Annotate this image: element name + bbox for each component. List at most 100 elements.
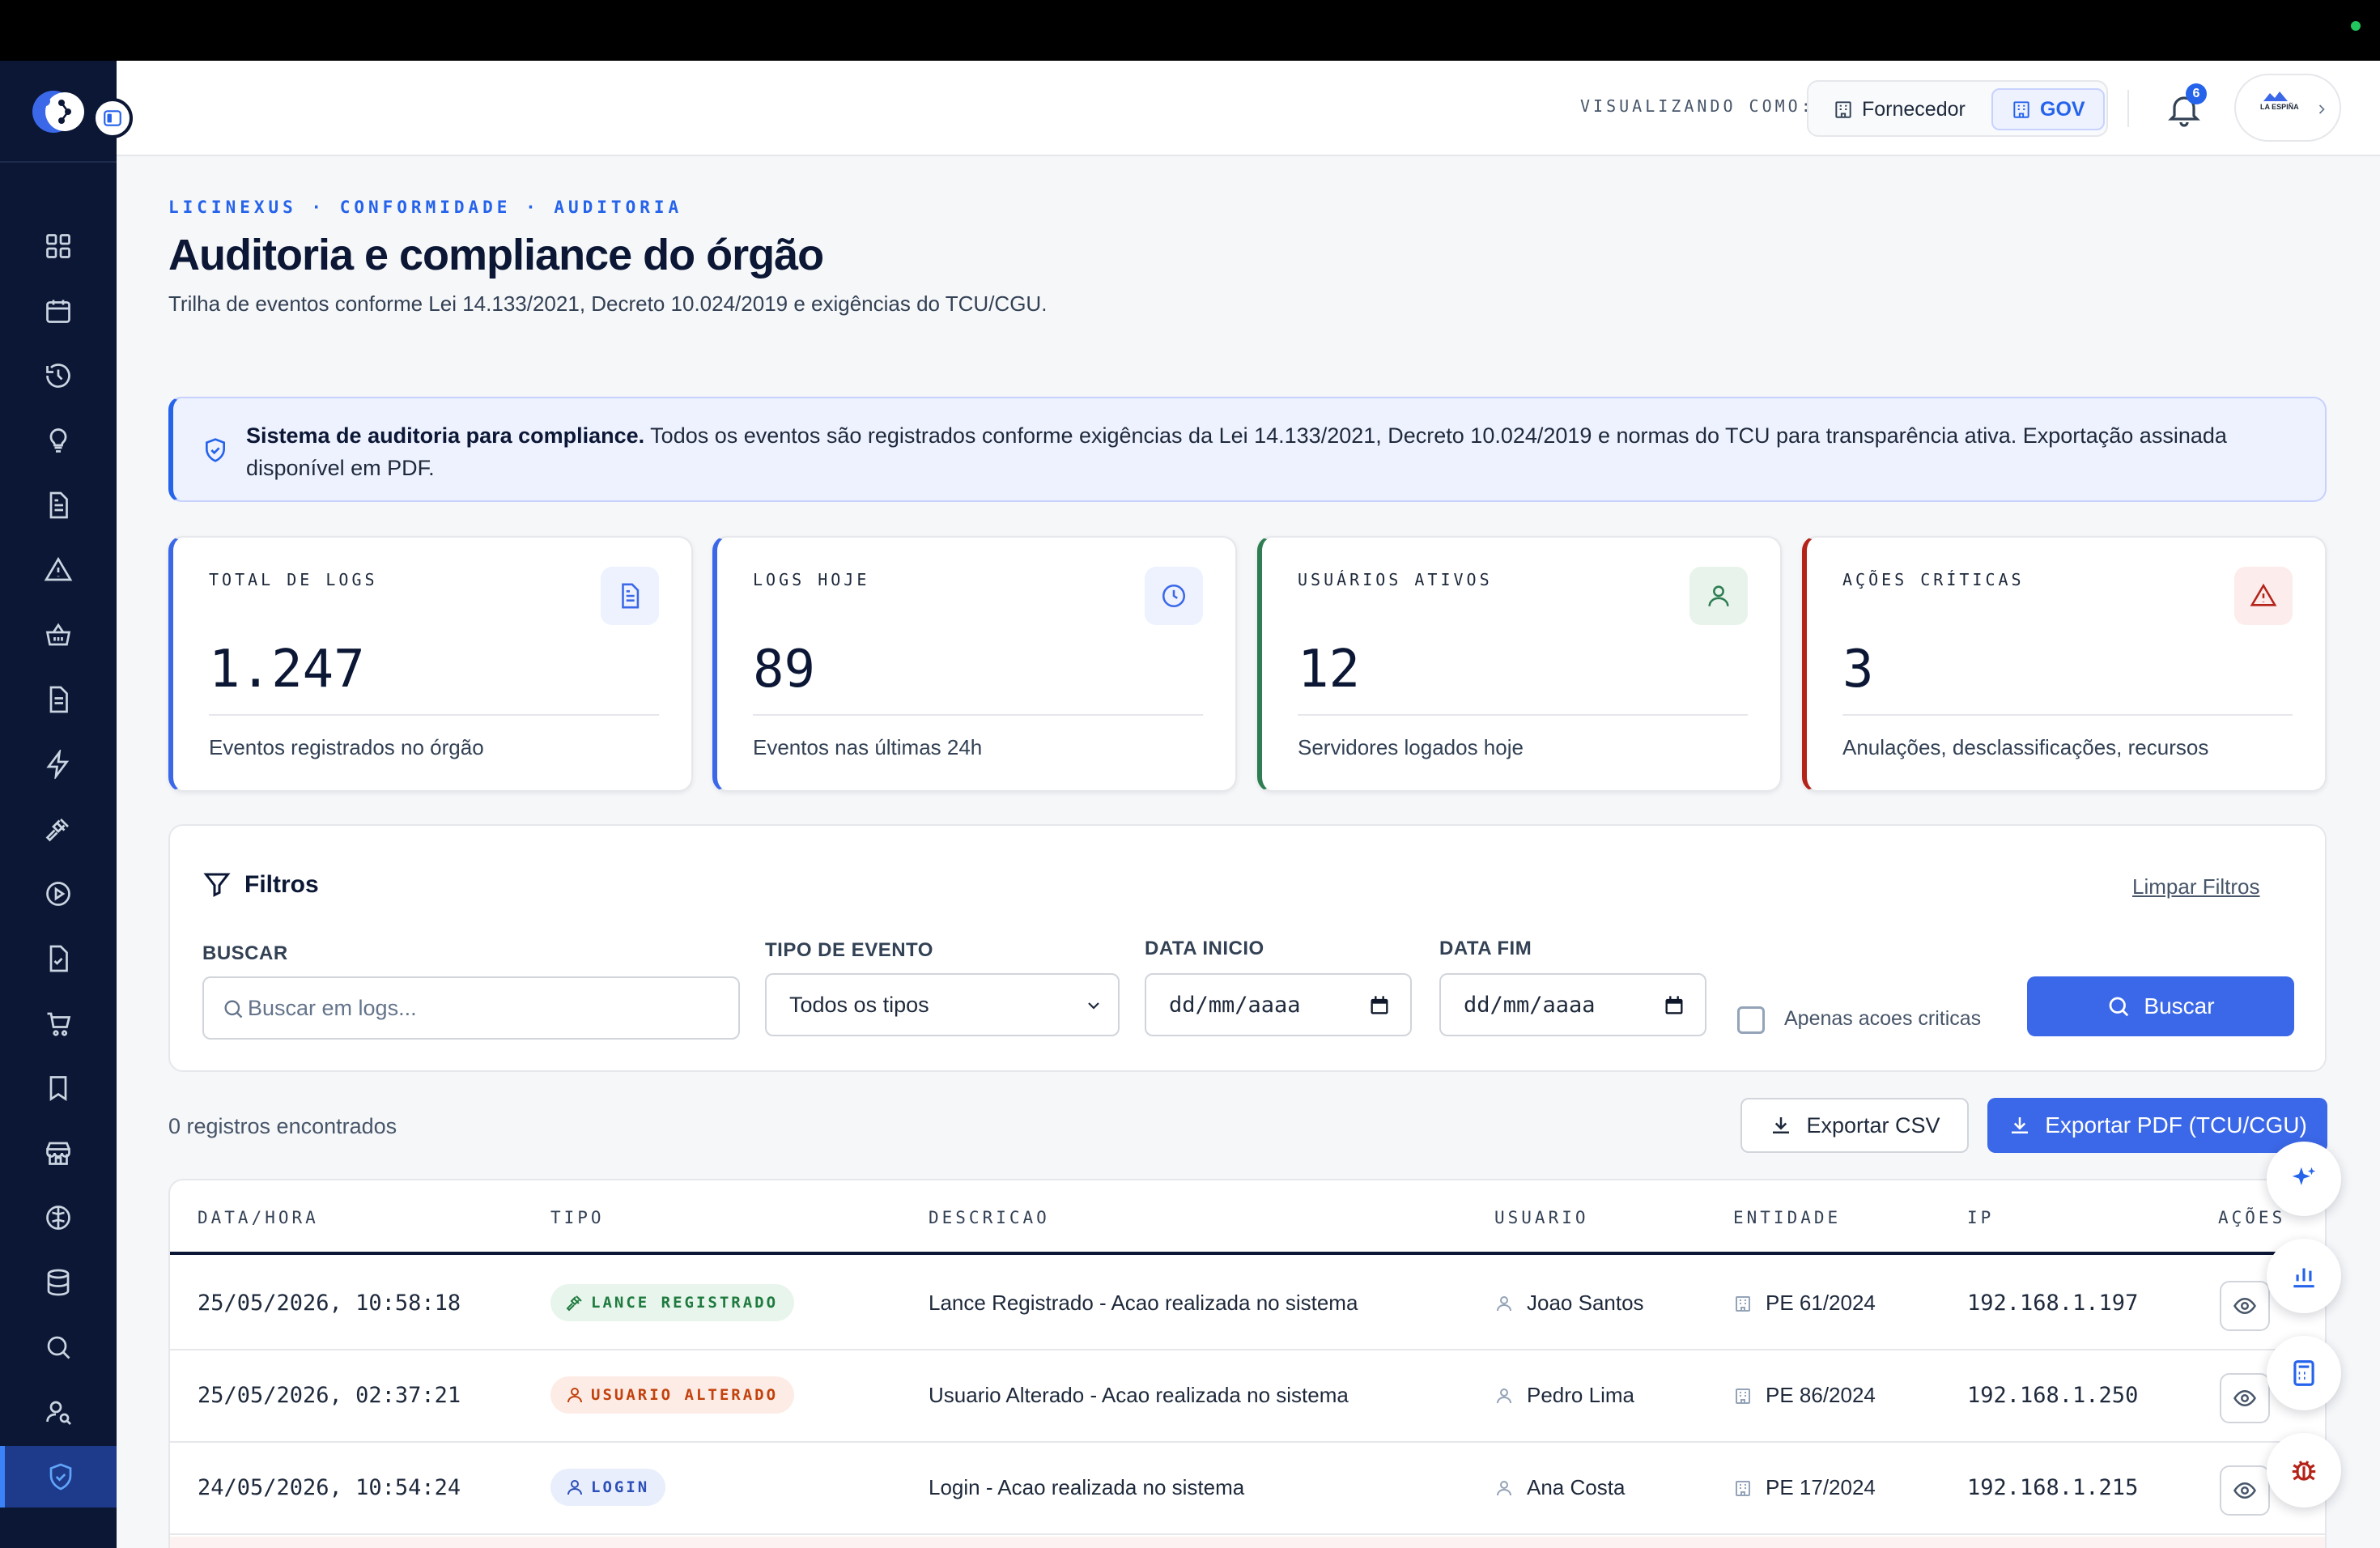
- user-icon: [1497, 1296, 1511, 1312]
- audit-log-table: DATA/HORA TIPO DESCRICAO USUARIO ENTIDAD…: [168, 1179, 2327, 1548]
- cell-ip: 192.168.1.250: [1967, 1383, 2139, 1408]
- stat-value: 1.247: [209, 640, 365, 700]
- event-type-text: LOGIN: [591, 1478, 650, 1496]
- eye-icon: [2233, 1297, 2256, 1315]
- critical-only-checkbox[interactable]: [1737, 1006, 1765, 1034]
- cell-datetime: 24/05/2026, 10:54:24: [198, 1475, 461, 1500]
- sidebar-item-cart[interactable]: [0, 993, 117, 1054]
- government-building-icon: [2013, 101, 2029, 118]
- search-label: BUSCAR: [202, 942, 288, 964]
- sidebar-item-live[interactable]: [0, 863, 117, 925]
- sidebar-item-auctions[interactable]: [0, 798, 117, 860]
- account-menu-button[interactable]: LA ESPIÑA: [2234, 74, 2341, 142]
- download-icon: [2012, 1117, 2029, 1133]
- table-row: 25/05/2026, 02:37:21 USUARIO ALTERADO Us…: [170, 1350, 2325, 1443]
- sidebar-item-checklist[interactable]: [0, 928, 117, 989]
- filters-panel: Filtros Limpar Filtros BUSCAR Buscar em …: [168, 824, 2327, 1072]
- calculator-button[interactable]: [2267, 1336, 2341, 1410]
- search-button[interactable]: Buscar: [2027, 976, 2294, 1036]
- sidebar-item-ideas[interactable]: [0, 410, 117, 471]
- event-type-badge: LOGIN: [550, 1469, 666, 1506]
- cell-user: Pedro Lima: [1527, 1383, 1634, 1407]
- app-logo-icon[interactable]: [29, 83, 86, 140]
- clear-filters-link[interactable]: Limpar Filtros: [2132, 874, 2259, 899]
- stat-description: Eventos registrados no órgão: [209, 735, 484, 759]
- start-date-input[interactable]: dd/mm/aaaa: [1145, 973, 1412, 1036]
- sidebar-item-dashboard[interactable]: [0, 215, 117, 277]
- sidebar-item-saved[interactable]: [0, 1057, 117, 1119]
- sidebar-item-ai[interactable]: [0, 1187, 117, 1248]
- filter-icon: [203, 873, 231, 897]
- stat-divider: [753, 714, 1203, 716]
- cell-description: Login - Acao realizada no sistema: [929, 1475, 1245, 1499]
- file-text-icon: [49, 686, 68, 713]
- sidebar-item-automation[interactable]: [0, 734, 117, 795]
- building-icon: [1736, 1296, 1750, 1312]
- user-icon: [1497, 1481, 1511, 1496]
- notice-text: Sistema de auditoria para compliance. To…: [246, 419, 2302, 484]
- stat-value: 89: [753, 640, 816, 700]
- search-button-label: Buscar: [2144, 993, 2215, 1019]
- role-fornecedor-button[interactable]: Fornecedor: [1815, 88, 1983, 130]
- search-input[interactable]: Buscar em logs...: [202, 976, 740, 1040]
- end-date-input[interactable]: dd/mm/aaaa: [1439, 973, 1706, 1036]
- compliance-notice: Sistema de auditoria para compliance. To…: [168, 397, 2327, 502]
- export-csv-button[interactable]: Exportar CSV: [1740, 1098, 1969, 1153]
- role-gov-label: GOV: [2040, 97, 2085, 121]
- export-pdf-label: Exportar PDF (TCU/CGU): [2045, 1112, 2307, 1138]
- view-details-button[interactable]: [2220, 1373, 2270, 1423]
- role-gov-button[interactable]: GOV: [1991, 88, 2105, 130]
- org-logo-text: LA ESPIÑA: [2260, 103, 2299, 111]
- analytics-button[interactable]: [2267, 1239, 2341, 1313]
- table-row: 25/05/2026, 10:58:18 LANCE REGISTRADO La…: [170, 1258, 2325, 1350]
- view-details-button[interactable]: [2220, 1281, 2270, 1331]
- column-actions: AÇÕES: [2218, 1208, 2286, 1227]
- chevron-right-icon: [2318, 104, 2325, 114]
- sidebar-separator: [0, 161, 117, 163]
- role-fornecedor-label: Fornecedor: [1862, 97, 1966, 121]
- notification-badge: 6: [2186, 83, 2207, 104]
- sidebar-item-store[interactable]: [0, 1122, 117, 1184]
- sidebar-item-user-search[interactable]: [0, 1381, 117, 1443]
- cell-description: Usuario Alterado - Acao realizada no sis…: [929, 1383, 1349, 1407]
- column-description: DESCRICAO: [929, 1208, 1050, 1227]
- cell-user: Ana Costa: [1527, 1475, 1626, 1499]
- critical-only-label: Apenas acoes criticas: [1784, 1007, 1982, 1030]
- sidebar-item-alerts[interactable]: [0, 539, 117, 601]
- sidebar-item-history[interactable]: [0, 345, 117, 406]
- event-type-label: TIPO DE EVENTO: [765, 939, 933, 961]
- document-icon: [601, 567, 659, 625]
- breadcrumb: LICINEXUS · CONFORMIDADE · AUDITORIA: [168, 198, 683, 217]
- sidebar-item-audit[interactable]: [0, 1446, 117, 1508]
- column-datetime: DATA/HORA: [198, 1208, 319, 1227]
- sidebar-item-basket[interactable]: [0, 604, 117, 666]
- gavel-icon: [45, 819, 69, 842]
- export-pdf-button[interactable]: Exportar PDF (TCU/CGU): [1987, 1098, 2327, 1153]
- sidebar-collapse-button[interactable]: [92, 98, 133, 138]
- ai-assistant-button[interactable]: [2267, 1142, 2341, 1216]
- stat-card-logs-today: LOGS HOJE 89 Eventos nas últimas 24h: [712, 536, 1237, 792]
- gavel-icon: [566, 1295, 582, 1312]
- bookmark-icon: [49, 1076, 67, 1102]
- sidebar-item-search[interactable]: [0, 1316, 117, 1378]
- shield-check-icon: [49, 1463, 72, 1491]
- cell-entity: PE 61/2024: [1766, 1291, 1876, 1315]
- sidebar-item-database[interactable]: [0, 1252, 117, 1313]
- sidebar-item-documents[interactable]: [0, 474, 117, 536]
- sidebar-item-calendar[interactable]: [0, 280, 117, 342]
- sidebar-item-reports[interactable]: [0, 669, 117, 730]
- panel-toggle-icon: [104, 110, 121, 126]
- header-divider: [2127, 90, 2129, 127]
- end-date-value: dd/mm/aaaa: [1464, 992, 1596, 1018]
- column-user: USUARIO: [1494, 1208, 1589, 1227]
- event-type-select[interactable]: Todos os tipos: [765, 973, 1120, 1036]
- page-title: Auditoria e compliance do órgão: [168, 231, 824, 279]
- status-dot: [2351, 21, 2361, 31]
- play-circle-icon: [46, 882, 70, 906]
- bug-report-button[interactable]: [2267, 1433, 2341, 1508]
- app-header: VISUALIZANDO COMO: Fornecedor GOV 6 LA E…: [117, 61, 2380, 156]
- user-icon: [567, 1388, 582, 1403]
- cell-user: Joao Santos: [1527, 1291, 1644, 1315]
- warning-icon: [2234, 567, 2293, 625]
- view-details-button[interactable]: [2220, 1465, 2270, 1516]
